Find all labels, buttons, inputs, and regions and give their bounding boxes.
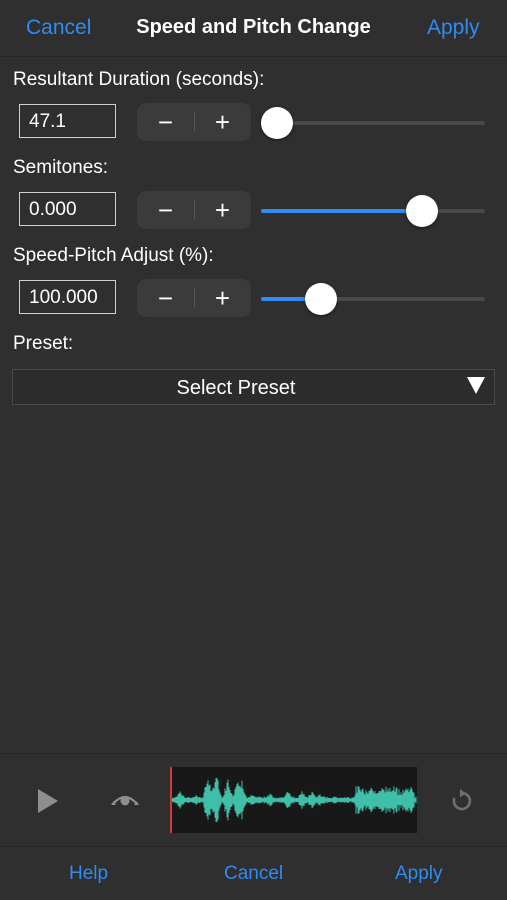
waveform-graphic bbox=[169, 777, 417, 823]
speed-pitch-decrement-button[interactable]: − bbox=[137, 279, 194, 317]
slider-thumb[interactable] bbox=[406, 195, 438, 227]
preset-dropdown[interactable]: Select Preset bbox=[12, 369, 495, 405]
waveform-display[interactable] bbox=[169, 767, 417, 833]
duration-stepper: − + bbox=[137, 103, 251, 141]
playhead-cursor bbox=[170, 767, 172, 833]
scrub-icon[interactable] bbox=[110, 788, 140, 812]
semitones-decrement-button[interactable]: − bbox=[137, 191, 194, 229]
duration-increment-button[interactable]: + bbox=[194, 103, 251, 141]
slider-thumb[interactable] bbox=[261, 107, 293, 139]
preset-label: Preset: bbox=[13, 333, 74, 354]
semitones-slider[interactable] bbox=[261, 194, 485, 227]
speed-pitch-increment-button[interactable]: + bbox=[194, 279, 251, 317]
slider-fill bbox=[261, 209, 422, 213]
slider-track bbox=[261, 121, 485, 125]
speed-pitch-label: Speed-Pitch Adjust (%): bbox=[13, 245, 214, 266]
help-button[interactable]: Help bbox=[69, 863, 108, 885]
nav-apply-button[interactable]: Apply bbox=[427, 16, 480, 40]
duration-field[interactable]: 47.1 bbox=[19, 104, 116, 138]
preset-selected-value: Select Preset bbox=[176, 377, 296, 399]
reset-icon[interactable] bbox=[449, 788, 475, 814]
slider-thumb[interactable] bbox=[305, 283, 337, 315]
player-bar bbox=[0, 753, 507, 847]
semitones-field[interactable]: 0.000 bbox=[19, 192, 116, 226]
speed-pitch-slider[interactable] bbox=[261, 282, 485, 315]
bottom-cancel-button[interactable]: Cancel bbox=[224, 863, 283, 885]
navigation-bar: Cancel Speed and Pitch Change Apply bbox=[0, 0, 507, 57]
duration-decrement-button[interactable]: − bbox=[137, 103, 194, 141]
speed-pitch-field[interactable]: 100.000 bbox=[19, 280, 116, 314]
duration-slider[interactable] bbox=[261, 106, 485, 139]
play-icon[interactable] bbox=[38, 789, 58, 813]
bottom-apply-button[interactable]: Apply bbox=[395, 863, 443, 885]
semitones-increment-button[interactable]: + bbox=[194, 191, 251, 229]
speed-pitch-stepper: − + bbox=[137, 279, 251, 317]
semitones-label: Semitones: bbox=[13, 157, 109, 178]
duration-label: Resultant Duration (seconds): bbox=[13, 69, 265, 90]
semitones-stepper: − + bbox=[137, 191, 251, 229]
dropdown-triangle-icon bbox=[467, 377, 485, 394]
